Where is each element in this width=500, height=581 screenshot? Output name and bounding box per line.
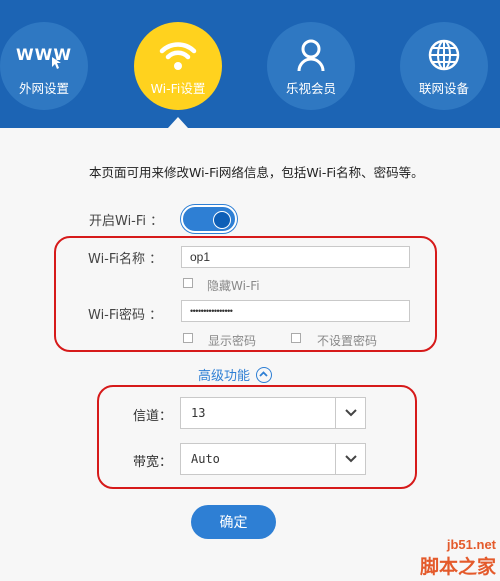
annotation-outline-advanced xyxy=(97,385,417,489)
wifi-icon xyxy=(158,36,198,74)
tab-label: 外网设置 xyxy=(18,80,69,96)
tab-wifi-settings[interactable]: Wi-Fi设置 xyxy=(134,22,222,110)
confirm-button[interactable]: 确定 xyxy=(191,505,276,539)
enable-wifi-toggle[interactable] xyxy=(181,205,237,233)
watermark-name: 脚本之家 xyxy=(419,556,496,578)
active-tab-pointer xyxy=(168,117,188,128)
globe-icon xyxy=(427,36,461,74)
tab-label: 乐视会员 xyxy=(285,80,336,96)
tab-connected-devices[interactable]: 联网设备 xyxy=(400,22,488,110)
watermark-url: jb51.net xyxy=(446,537,496,552)
advanced-toggle[interactable]: 高级功能 xyxy=(198,365,273,384)
tab-wan-settings[interactable]: WWW 外网设置 xyxy=(0,22,88,110)
advanced-label: 高级功能 xyxy=(198,369,251,384)
top-nav: WWW 外网设置 Wi-Fi设置 乐视会员 联网设备 xyxy=(0,0,500,128)
enable-wifi-label: 开启Wi-Fi ： xyxy=(89,214,164,229)
annotation-outline-ssid xyxy=(54,236,437,352)
page-description: 本页面可用来修改Wi-Fi网络信息，包括Wi-Fi名称、密码等。 xyxy=(89,165,424,180)
watermark: jb51.net 脚本之家 xyxy=(420,537,496,579)
tab-label: 联网设备 xyxy=(418,80,469,96)
www-icon: WWW xyxy=(16,36,72,74)
toggle-knob xyxy=(213,211,231,229)
tab-label: Wi-Fi设置 xyxy=(150,80,206,96)
chevron-up-icon xyxy=(256,366,273,383)
user-icon xyxy=(296,36,326,74)
tab-letv-member[interactable]: 乐视会员 xyxy=(267,22,355,110)
